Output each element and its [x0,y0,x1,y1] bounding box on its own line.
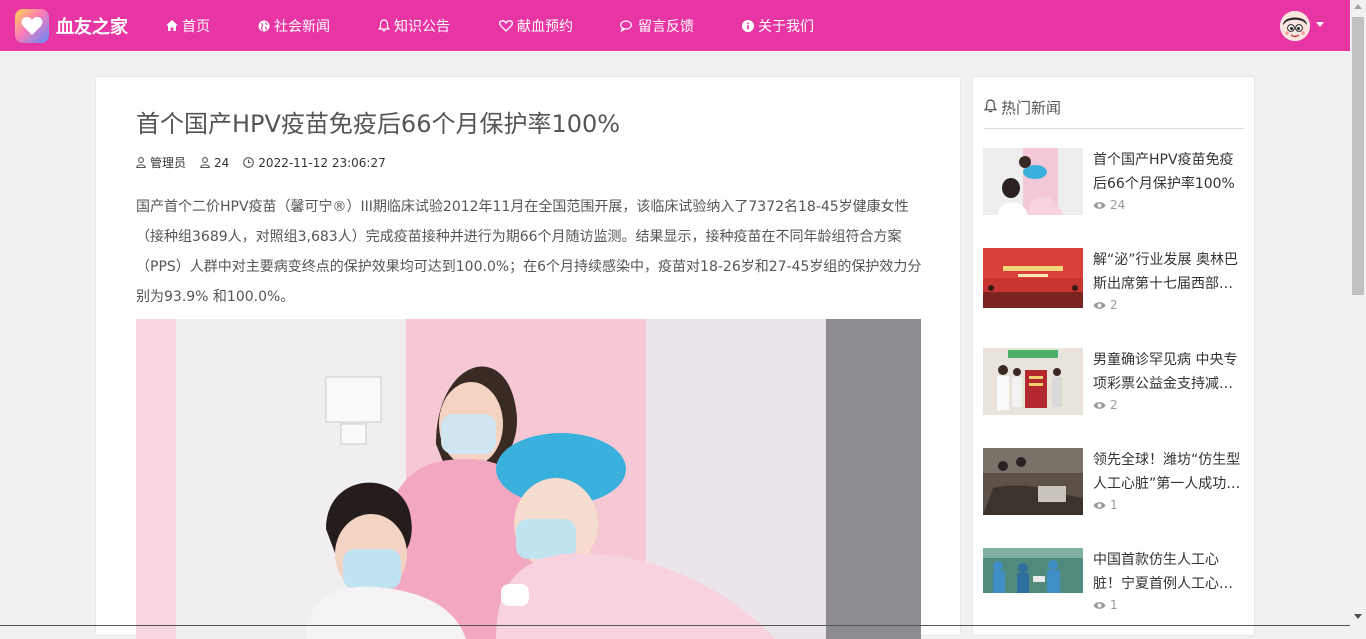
view-count: 24 [200,156,229,170]
news-title[interactable]: 解“泌”行业发展 奥林巴斯出席第十七届西部医疗器械展 [1093,248,1243,296]
news-views-count: 1 [1110,498,1118,512]
nav-label: 关于我们 [758,18,814,35]
nav-item-about[interactable]: 关于我们 [742,0,814,51]
news-item-1[interactable]: 首个国产HPV疫苗免疫后66个月保护率100% 24 [983,148,1245,216]
scroll-down-arrow-icon[interactable] [1354,614,1362,619]
news-views: 1 [1093,498,1118,512]
chevron-down-icon[interactable] [1316,22,1324,27]
globe-icon [258,20,270,32]
news-views-count: 1 [1110,598,1118,612]
news-thumbnail[interactable] [983,448,1083,515]
nav-item-knowledge[interactable]: 知识公告 [378,0,450,51]
publish-date-value: 2022-11-12 23:06:27 [258,155,386,170]
hot-news-sidebar: 热门新闻 首个国产HPV疫苗免疫后66个月保护率100% 24 解“泌”行业发展… [972,76,1255,636]
avatar[interactable] [1280,11,1310,41]
user-icon [200,157,210,168]
news-views-count: 2 [1110,298,1118,312]
bell-icon [984,99,997,113]
comments-icon [620,19,634,32]
nav-item-home[interactable]: 首页 [166,0,210,51]
news-title[interactable]: 中国首款仿生人工心脏！宁夏首例人工心脏植入手术成功 [1093,548,1243,596]
news-views: 1 [1093,598,1118,612]
news-thumbnail[interactable] [983,148,1083,215]
scrollbar-thumb[interactable] [1352,17,1364,295]
article-meta: 管理员 24 2022-11-12 23:06:27 [136,154,400,171]
nav-item-feedback[interactable]: 留言反馈 [620,0,694,51]
eye-icon [1093,201,1106,210]
news-views: 24 [1093,198,1125,212]
article-hero-image [136,319,921,639]
scroll-up-arrow-icon[interactable] [1354,4,1362,9]
article-title: 首个国产HPV疫苗免疫后66个月保护率100% [136,110,621,138]
sidebar-heading: 热门新闻 [984,97,1244,129]
news-views: 2 [1093,298,1118,312]
info-circle-icon [742,19,754,32]
news-item-4[interactable]: 领先全球！潍坊“仿生型人工心脏”第一人成功出院 1 [983,448,1245,516]
logo-heart-icon [15,9,49,43]
user-icon [136,157,146,168]
news-thumbnail[interactable] [983,248,1083,315]
news-thumbnail[interactable] [983,348,1083,415]
news-item-2[interactable]: 解“泌”行业发展 奥林巴斯出席第十七届西部医疗器械展 2 [983,248,1245,316]
nav-label: 献血预约 [517,18,573,35]
news-item-3[interactable]: 男童确诊罕见病 中央专项彩票公益金支持减免治疗费用 2 [983,348,1245,416]
news-title[interactable]: 领先全球！潍坊“仿生型人工心脏”第一人成功出院 [1093,448,1243,496]
author: 管理员 [136,154,186,171]
nav-label: 知识公告 [394,18,450,35]
heart-icon [499,19,513,32]
news-views-count: 2 [1110,398,1118,412]
eye-icon [1093,401,1106,410]
eye-icon [1093,501,1106,510]
sidebar-heading-label: 热门新闻 [1001,99,1062,117]
clock-icon [243,157,255,168]
nav-item-donation[interactable]: 献血预约 [499,0,573,51]
top-navbar: 血友之家 首页 社会新闻 知识公告 献血预约 留言反馈 关于我们 [0,0,1350,51]
home-icon [166,20,178,31]
eye-icon [1093,301,1106,310]
nav-label: 社会新闻 [274,18,330,35]
nav-label: 首页 [182,18,210,35]
news-title[interactable]: 首个国产HPV疫苗免疫后66个月保护率100% [1093,148,1243,196]
brand-name: 血友之家 [56,17,128,38]
news-thumbnail[interactable] [983,548,1083,615]
bell-icon [378,19,390,32]
publish-date: 2022-11-12 23:06:27 [243,155,386,170]
nav-label: 留言反馈 [638,18,694,35]
eye-icon [1093,601,1106,610]
author-name: 管理员 [150,156,187,170]
news-views-count: 24 [1110,198,1126,212]
news-views: 2 [1093,398,1118,412]
nav-item-news[interactable]: 社会新闻 [258,0,330,51]
article-body: 国产首个二价HPV疫苗（馨可宁®）III期临床试验2012年11月在全国范围开展… [136,199,922,305]
news-item-5[interactable]: 中国首款仿生人工心脏！宁夏首例人工心脏植入手术成功 1 [983,548,1245,616]
brand[interactable]: 血友之家 [15,9,128,43]
article-panel: 首个国产HPV疫苗免疫后66个月保护率100% 管理员 24 2022-11-1… [95,76,961,639]
news-title[interactable]: 男童确诊罕见病 中央专项彩票公益金支持减免治疗费用 [1093,348,1243,396]
view-count-value: 24 [214,155,230,170]
